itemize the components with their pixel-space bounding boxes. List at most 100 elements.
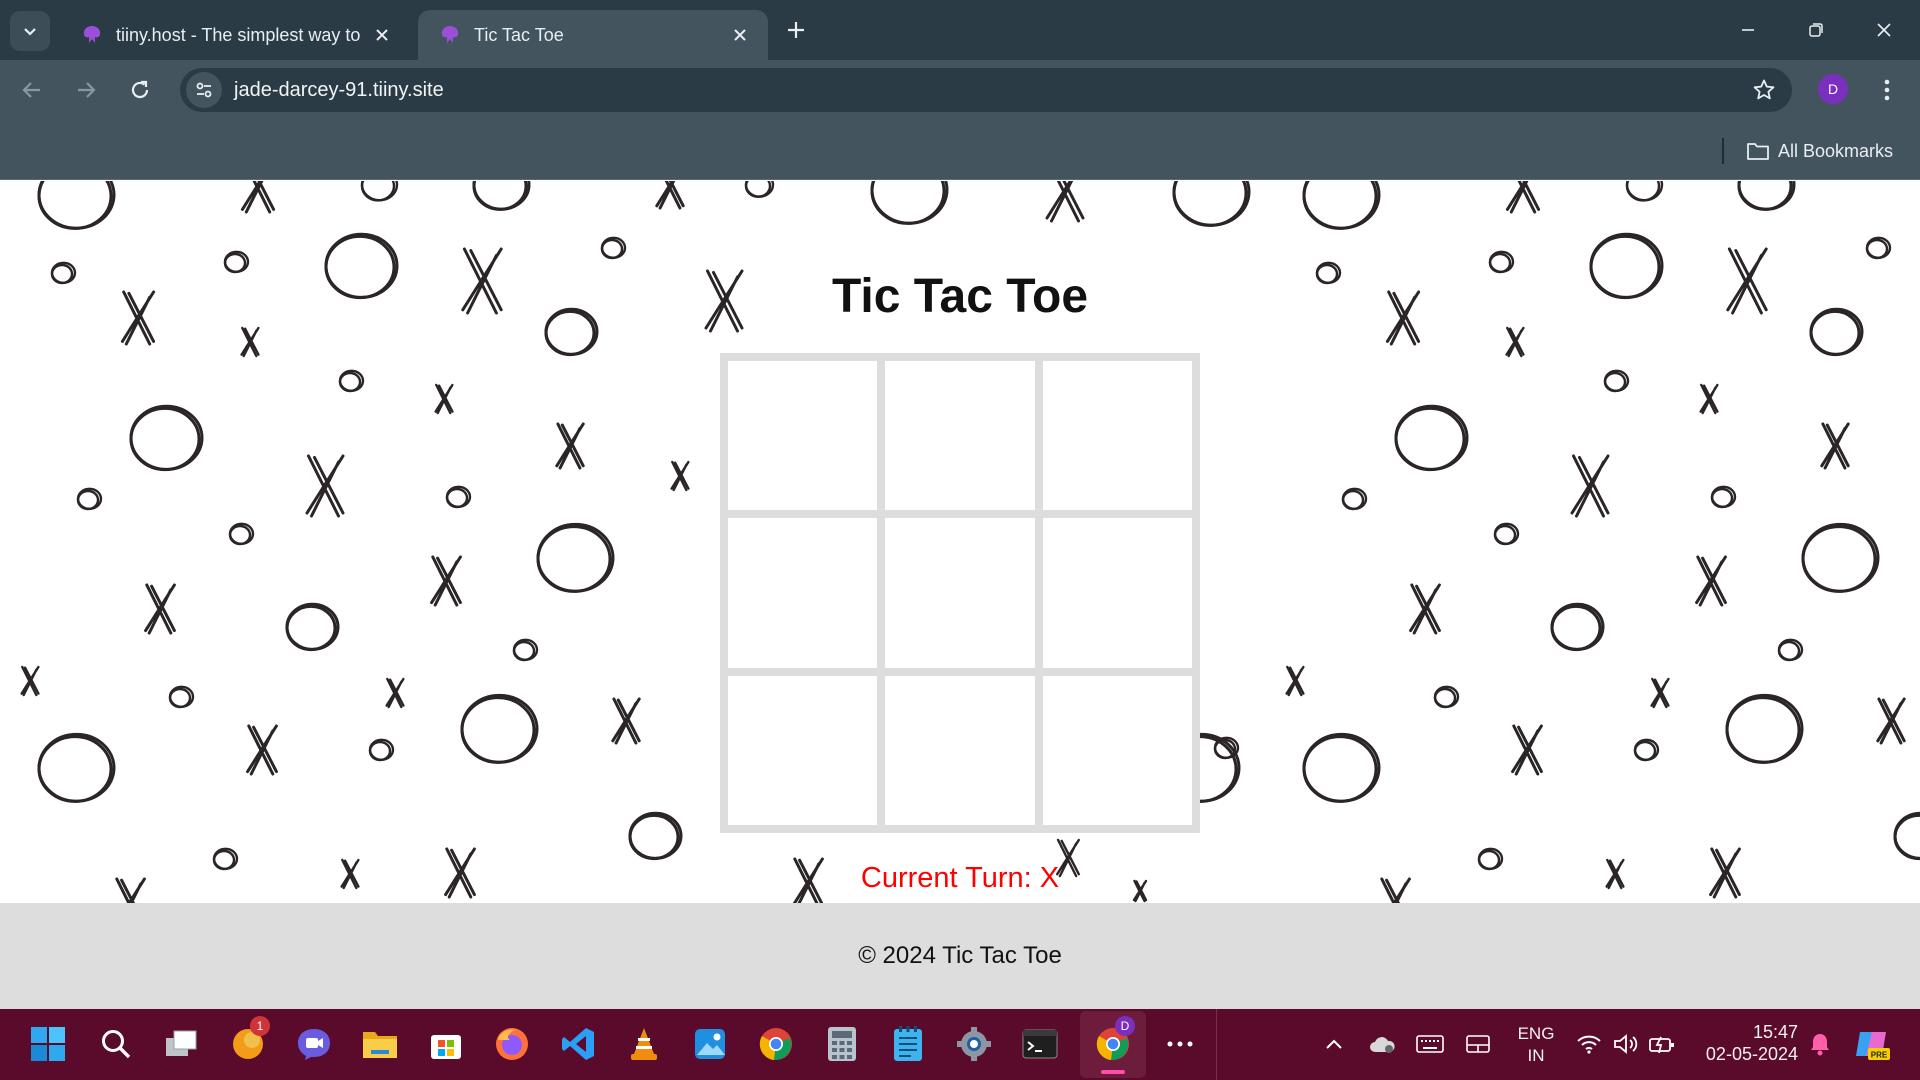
tab-tic-tac-toe[interactable]: Tic Tac Toe <box>418 10 768 60</box>
pattern-o-stroke <box>1550 602 1605 651</box>
board-cell[interactable] <box>1042 361 1192 511</box>
pattern-x-stroke <box>246 724 278 776</box>
svg-text:PRE: PRE <box>1871 1051 1888 1060</box>
arrow-right-icon <box>78 82 96 98</box>
taskbar-app-teams[interactable] <box>292 1022 336 1066</box>
minimize-icon <box>1742 29 1754 31</box>
clock[interactable]: 15:47 02-05-2024 <box>1688 1021 1798 1065</box>
bookmark-star-button[interactable] <box>1750 76 1778 104</box>
taskbar-overflow-button[interactable] <box>1158 1022 1202 1066</box>
close-icon <box>1877 23 1891 37</box>
pattern-o-stroke <box>460 693 539 764</box>
restore-button[interactable] <box>1782 0 1850 60</box>
page-title: Tic Tac Toe <box>831 270 1089 323</box>
pattern-o-stroke <box>37 732 116 803</box>
board-cell[interactable] <box>728 518 878 668</box>
input-language-indicator[interactable]: ENG IN <box>1504 1023 1568 1067</box>
reload-button[interactable] <box>122 72 158 108</box>
forward-button[interactable] <box>68 72 104 108</box>
browser-menu-button[interactable] <box>1872 72 1902 108</box>
pattern-o-stroke <box>628 811 683 860</box>
back-button[interactable] <box>14 72 50 108</box>
board-cell[interactable] <box>1042 675 1192 825</box>
board-cell[interactable] <box>885 518 1035 668</box>
notifications-button[interactable] <box>1798 1022 1842 1066</box>
pattern-o-stroke <box>1172 181 1251 227</box>
start-button[interactable] <box>26 1022 70 1066</box>
pattern-o-stroke <box>536 522 615 593</box>
chevron-up-icon <box>1326 1039 1342 1049</box>
page-footer: © 2024 Tic Tac Toe <box>0 903 1920 1009</box>
windows-logo-icon <box>31 1027 65 1061</box>
taskbar-app-vlc[interactable] <box>622 1022 666 1066</box>
taskbar-app-terminal[interactable] <box>1018 1022 1062 1066</box>
tab-tiiny-host[interactable]: tiiny.host - The simplest way to <box>60 10 410 60</box>
onedrive-tray-icon[interactable] <box>1360 1022 1404 1066</box>
taskbar-app-settings[interactable] <box>952 1022 996 1066</box>
battery-icon <box>1649 1036 1674 1054</box>
profile-avatar[interactable]: D <box>1818 74 1848 104</box>
copilot-button[interactable]: PRE <box>1850 1022 1894 1066</box>
taskbar-app-microsoft-store[interactable] <box>424 1022 468 1066</box>
board-cell[interactable] <box>728 675 878 825</box>
pattern-o-stroke <box>1893 811 1920 860</box>
site-info-button[interactable] <box>186 72 222 108</box>
taskbar-app-file-explorer[interactable] <box>358 1022 402 1066</box>
pattern-x-stroke <box>1505 326 1525 358</box>
arrow-left-icon <box>22 82 40 98</box>
close-tab-icon[interactable] <box>370 23 394 47</box>
tab-title: Tic Tac Toe <box>474 24 564 45</box>
store-icon <box>431 1035 461 1059</box>
taskbar-app-notepad[interactable] <box>886 1022 930 1066</box>
pattern-x-stroke <box>1650 677 1670 709</box>
all-bookmarks-button[interactable]: All Bookmarks <box>1746 136 1893 166</box>
quick-settings-button[interactable] <box>1570 1022 1682 1066</box>
close-tab-icon[interactable] <box>728 23 752 47</box>
pattern-o-stroke <box>1801 522 1880 593</box>
task-view-button[interactable] <box>160 1022 204 1066</box>
taskbar-app-calculator[interactable] <box>820 1022 864 1066</box>
cloud-icon <box>1370 1037 1395 1053</box>
show-hidden-icons-button[interactable] <box>1312 1022 1356 1066</box>
tiiny-host-favicon-icon <box>441 26 459 43</box>
pattern-x-stroke <box>555 422 585 470</box>
language-region: IN <box>1527 1046 1545 1065</box>
board-cell[interactable] <box>728 361 878 511</box>
taskbar-app-chrome[interactable] <box>754 1022 798 1066</box>
terminal-icon <box>1022 1029 1058 1059</box>
tab-search-button[interactable] <box>10 11 50 51</box>
board-cell[interactable] <box>1042 518 1192 668</box>
wifi-icon <box>1577 1035 1601 1054</box>
game-board <box>720 353 1200 833</box>
taskbar-app-photos[interactable] <box>688 1022 732 1066</box>
touch-keyboard-button[interactable] <box>1408 1022 1452 1066</box>
star-icon <box>1753 79 1775 100</box>
chrome-icon <box>759 1028 792 1061</box>
pattern-x-stroke <box>1699 383 1719 415</box>
all-bookmarks-label: All Bookmarks <box>1778 140 1894 161</box>
address-bar[interactable]: jade-darcey-91.tiiny.site <box>180 68 1792 112</box>
url-text[interactable]: jade-darcey-91.tiiny.site <box>234 79 444 102</box>
pattern-o-stroke <box>1302 732 1381 803</box>
minimize-button[interactable] <box>1714 0 1782 60</box>
search-button[interactable] <box>94 1022 138 1066</box>
taskbar-app-firefox-nightly[interactable]: 1 <box>226 1016 270 1066</box>
pattern-x-stroke <box>1409 583 1441 635</box>
display-tray-icon[interactable] <box>1456 1022 1500 1066</box>
new-tab-button[interactable] <box>780 14 812 46</box>
taskbar-app-firefox[interactable] <box>490 1022 534 1066</box>
browser-toolbar: jade-darcey-91.tiiny.site D <box>0 60 1920 120</box>
pattern-x-stroke <box>240 181 276 214</box>
taskbar-app-vs-code[interactable] <box>556 1022 600 1066</box>
windows-taskbar: 1 D ENG IN 15:47 02-05-2024 PRE <box>0 1009 1920 1080</box>
notepad-icon <box>894 1026 922 1061</box>
taskbar-app-chrome-profile[interactable]: D <box>1091 1016 1135 1066</box>
bookmarks-separator <box>1722 138 1724 164</box>
pattern-x-stroke <box>1570 454 1610 518</box>
folder-icon <box>1747 143 1769 160</box>
pattern-o-stroke <box>1394 404 1469 471</box>
board-cell[interactable] <box>885 361 1035 511</box>
profile-badge: D <box>1115 1016 1135 1036</box>
board-cell[interactable] <box>885 675 1035 825</box>
close-window-button[interactable] <box>1850 0 1918 60</box>
